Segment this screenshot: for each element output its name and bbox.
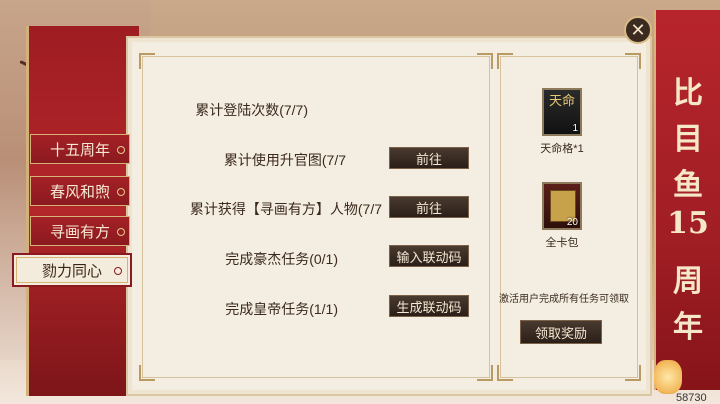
corner-ornament [477,365,493,381]
corner-ornament [477,53,493,69]
reward-qty: 1 [572,123,578,134]
tab-painting-search[interactable]: 寻画有方 [30,216,130,246]
tab-spring-breeze[interactable]: 春风和煦 [30,176,130,206]
tab-label: 十五周年 [49,141,110,159]
claim-reward-button[interactable]: 领取奖励 [520,320,602,344]
tab-label: 勠力同心 [41,262,102,280]
right-red-banner: 比 目 鱼 15 周 年 [654,10,720,390]
task-login-count: 累计登陆次数(7/7) [195,102,308,118]
banner-char: 年 [673,310,703,345]
corner-ornament [625,365,641,381]
reward-destiny-icon[interactable]: 天命 1 [542,88,582,136]
left-red-banner [26,26,139,396]
tab-indicator-icon [114,267,122,275]
reward-qty: 20 [566,217,578,228]
reward-card-pack-icon[interactable]: 20 [542,182,582,230]
reward-label: 全卡包 [545,237,579,249]
tab-label: 春风和煦 [49,183,110,201]
footer-number: 58730 [676,392,707,404]
tab-fifteenth-anniversary[interactable]: 十五周年 [30,134,130,164]
tab-indicator-icon [117,188,125,196]
task-emperor: 完成皇帝任务(1/1) [225,301,338,317]
task-painting-characters: 累计获得【寻画有方】人物(7/7 [189,201,382,217]
tab-work-together[interactable]: 勠力同心 [12,253,132,287]
tab-indicator-icon [117,228,125,236]
corner-ornament [139,53,155,69]
banner-char: 鱼 [673,168,703,203]
corner-ornament [497,365,513,381]
banner-char: 15 [667,206,709,241]
corner-ornament [139,365,155,381]
banner-char: 目 [673,122,703,157]
corner-ornament [497,53,513,69]
generate-link-code-button[interactable]: 生成联动码 [389,295,469,317]
task-hero: 完成豪杰任务(0/1) [225,251,338,267]
banner-char: 比 [673,76,703,111]
lantern-decoration [654,360,682,394]
enter-link-code-button[interactable]: 输入联动码 [389,245,469,267]
reward-label: 天命格*1 [540,143,584,155]
close-icon[interactable]: ✕ [624,16,652,44]
goto-button[interactable]: 前往 [389,196,469,218]
corner-ornament [625,53,641,69]
tab-indicator-icon [117,146,125,154]
tab-label: 寻画有方 [49,223,110,241]
reward-note: 激活用户完成所有任务可领取 [499,294,629,305]
banner-char: 周 [673,264,703,299]
task-promotion-map: 累计使用升官图(7/7 [223,152,346,168]
destiny-glyph: 天命 [548,94,575,109]
goto-button[interactable]: 前往 [389,147,469,169]
